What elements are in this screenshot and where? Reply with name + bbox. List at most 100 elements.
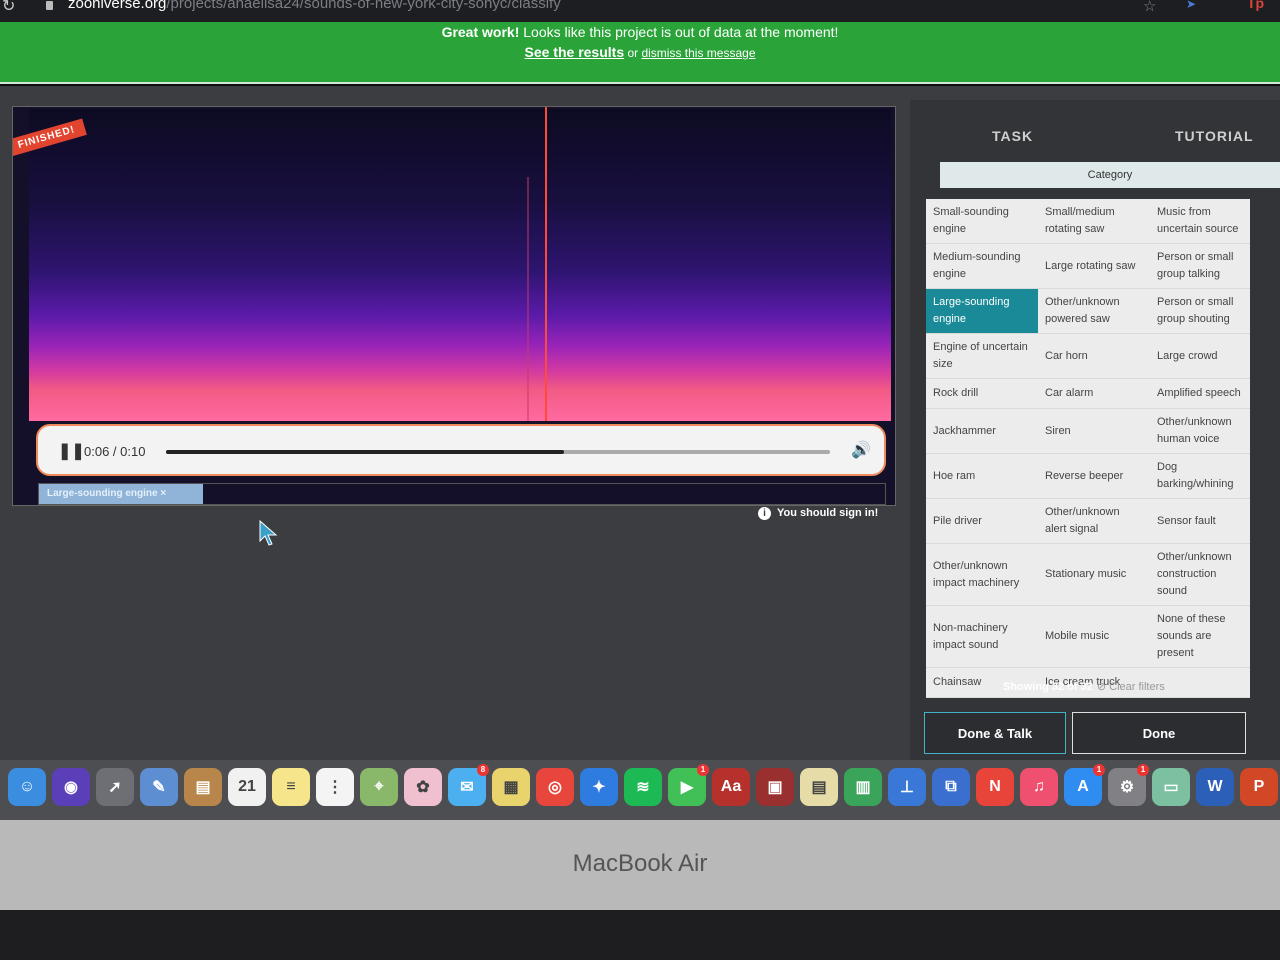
reload-icon[interactable]: ↻ xyxy=(2,0,15,15)
category-option[interactable]: Hoe ram xyxy=(926,454,1038,499)
progress-track[interactable] xyxy=(166,450,830,454)
dictionary-icon[interactable]: Aa xyxy=(712,768,750,806)
category-option[interactable]: Large-sounding engine xyxy=(926,289,1038,334)
category-option[interactable]: Other/unknown powered saw xyxy=(1038,289,1150,334)
finder-icon[interactable]: ☺ xyxy=(8,768,46,806)
category-option[interactable]: Small-sounding engine xyxy=(926,199,1038,244)
bookmark-star-icon[interactable]: ☆ xyxy=(1143,0,1156,15)
spotify-icon[interactable]: ≋ xyxy=(624,768,662,806)
photos-glyph: ✿ xyxy=(416,779,430,796)
photos-icon[interactable]: ✿ xyxy=(404,768,442,806)
category-option[interactable]: Car alarm xyxy=(1038,379,1150,409)
numbers-icon[interactable]: ▥ xyxy=(844,768,882,806)
signin-text: You should sign in! xyxy=(777,507,879,519)
done-and-talk-button[interactable]: Done & Talk xyxy=(924,712,1066,754)
banner-strong: Great work! xyxy=(441,24,520,40)
powerpoint-icon[interactable]: P xyxy=(1240,768,1278,806)
category-option[interactable]: Reverse beeper xyxy=(1038,454,1150,499)
app-store-glyph: A xyxy=(1077,778,1089,795)
banner-text: Looks like this project is out of data a… xyxy=(519,24,839,40)
category-option[interactable]: Non-machinery impact sound xyxy=(926,606,1038,668)
see-results-link[interactable]: See the results xyxy=(525,44,625,60)
finder-glyph: ☺ xyxy=(18,778,36,795)
system-preferences-icon[interactable]: ⚙ 1 xyxy=(1108,764,1149,806)
word-glyph: W xyxy=(1207,778,1223,795)
category-option[interactable]: None of these sounds are present xyxy=(1150,606,1250,668)
extension-icon[interactable]: ➤ xyxy=(1186,0,1196,11)
word-icon[interactable]: W xyxy=(1196,768,1234,806)
maps-glyph: ⌖ xyxy=(374,778,384,795)
category-option[interactable]: Large crowd xyxy=(1150,334,1250,379)
done-button[interactable]: Done xyxy=(1072,712,1246,754)
preview-icon[interactable]: ✎ xyxy=(140,768,178,806)
category-option[interactable]: Other/unknown construction sound xyxy=(1150,544,1250,606)
screen-icon[interactable]: ⧉ xyxy=(932,768,970,806)
messages-icon[interactable]: ✉ 8 xyxy=(448,764,489,806)
contacts-icon[interactable]: ▤ xyxy=(184,768,222,806)
map-document-icon[interactable]: ▭ xyxy=(1152,768,1190,806)
category-option[interactable]: Rock drill xyxy=(926,379,1038,409)
reminders-icon[interactable]: ⋮ xyxy=(316,768,354,806)
category-option[interactable]: Small/medium rotating saw xyxy=(1038,199,1150,244)
category-option[interactable]: Siren xyxy=(1038,409,1150,454)
notes-icon[interactable]: ≡ xyxy=(272,768,310,806)
category-option[interactable]: Large rotating saw xyxy=(1038,244,1150,289)
clear-filters-link[interactable]: ⊘ Clear filters xyxy=(1097,681,1165,693)
news-icon[interactable]: N xyxy=(976,768,1014,806)
category-option[interactable]: Car horn xyxy=(1038,334,1150,379)
audio-player: ❚❚ 0:06 / 0:10 🔊 xyxy=(36,424,886,476)
maps-icon[interactable]: ⌖ xyxy=(360,768,398,806)
pause-button[interactable]: ❚❚ xyxy=(58,441,85,461)
device-label: MacBook Air xyxy=(572,850,708,877)
category-option[interactable]: Sensor fault xyxy=(1150,499,1250,544)
siri-icon[interactable]: ◉ xyxy=(52,768,90,806)
category-option[interactable]: Person or small group talking xyxy=(1150,244,1250,289)
address-bar[interactable]: zooniverse.org/projects/anaelisa24/sound… xyxy=(68,0,561,12)
category-option[interactable]: Other/unknown alert signal xyxy=(1038,499,1150,544)
category-option[interactable]: Amplified speech xyxy=(1150,379,1250,409)
category-option[interactable]: Mobile music xyxy=(1038,606,1150,668)
category-option[interactable]: Medium-sounding engine xyxy=(926,244,1038,289)
keynote-icon[interactable]: ⊥ xyxy=(888,768,926,806)
notification-badge: 1 xyxy=(1137,764,1149,776)
app-store-icon[interactable]: A1 xyxy=(1064,764,1105,806)
volume-icon[interactable]: 🔊 xyxy=(851,440,871,460)
safari-icon[interactable]: ✦ xyxy=(580,768,618,806)
stickies-icon[interactable]: ▦ xyxy=(492,768,530,806)
classify-area: FINISHED! ❚❚ 0:06 / 0:10 🔊 Large-soundin… xyxy=(0,86,1280,760)
stickies-glyph: ▦ xyxy=(503,779,519,796)
showing-text: Showing 32 of 32 xyxy=(1003,681,1093,693)
category-option[interactable]: Jackhammer xyxy=(926,409,1038,454)
launchpad-icon[interactable]: ➚ xyxy=(96,768,134,806)
preview-glyph: ✎ xyxy=(152,779,166,796)
profile-extension-icon[interactable]: Tp xyxy=(1247,0,1264,11)
contacts-glyph: ▤ xyxy=(195,779,211,796)
dictionary-glyph: Aa xyxy=(720,778,742,795)
dismiss-message-link[interactable]: dismiss this message xyxy=(641,46,755,60)
category-header[interactable]: Category xyxy=(940,162,1280,188)
facetime-icon[interactable]: ▶ 1 xyxy=(668,764,709,806)
launchpad-glyph: ➚ xyxy=(108,779,122,796)
category-option[interactable]: Other/unknown impact machinery xyxy=(926,544,1038,606)
tab-tutorial[interactable]: TUTORIAL xyxy=(1175,128,1254,144)
keynote-board-icon[interactable]: ▤ xyxy=(800,768,838,806)
photo-booth-icon[interactable]: ▣ xyxy=(756,768,794,806)
category-option[interactable]: Stationary music xyxy=(1038,544,1150,606)
tab-task[interactable]: TASK xyxy=(992,128,1033,144)
category-option[interactable]: Dog barking/whining xyxy=(1150,454,1250,499)
category-option[interactable]: Pile driver xyxy=(926,499,1038,544)
map-document-glyph: ▭ xyxy=(1163,779,1179,796)
category-option[interactable]: Person or small group shouting xyxy=(1150,289,1250,334)
category-option[interactable]: Music from uncertain source xyxy=(1150,199,1250,244)
keynote-glyph: ⊥ xyxy=(900,779,914,796)
system-preferences-glyph: ⚙ xyxy=(1119,779,1135,796)
powerpoint-glyph: P xyxy=(1253,778,1265,795)
chrome-icon[interactable]: ◎ xyxy=(536,768,574,806)
category-option[interactable]: Other/unknown human voice xyxy=(1150,409,1250,454)
category-option[interactable]: Engine of uncertain size xyxy=(926,334,1038,379)
calendar-icon[interactable]: 21 xyxy=(228,768,266,806)
music-glyph: ♫ xyxy=(1033,778,1045,795)
annotation-label-chip[interactable]: Large-sounding engine × xyxy=(39,484,203,504)
music-icon[interactable]: ♫ xyxy=(1020,768,1058,806)
banner-or: or xyxy=(624,46,642,60)
